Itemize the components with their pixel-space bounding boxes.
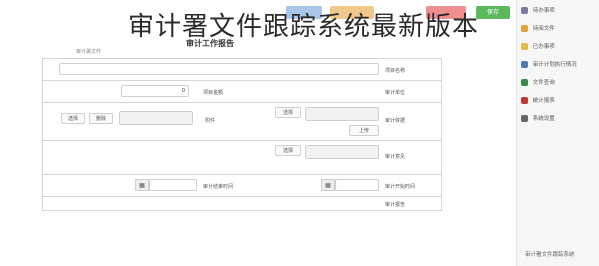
check-icon — [521, 6, 528, 14]
form-row-project: 项目名称 — [42, 59, 442, 81]
project-name-input[interactable] — [59, 63, 379, 75]
upload-button[interactable]: 上传 — [349, 125, 379, 136]
form-row-unit: 0 项目金额 审计单位 — [42, 81, 442, 103]
sidebar-footer: 审计署文件跟踪系统 — [525, 252, 575, 258]
chart-icon — [521, 96, 528, 104]
form-row-dates: ▦ 审计结束时间 ▦ 审计开始时间 — [42, 175, 442, 197]
basis-textarea[interactable] — [305, 107, 379, 121]
form-row-opinion: 选择 审计意见 — [42, 141, 442, 175]
opinion-label: 审计意见 — [385, 154, 406, 160]
save-button[interactable]: 保存 — [476, 6, 510, 19]
basis-label: 审计依据 — [385, 118, 406, 124]
sidebar-item-stats[interactable]: 统计报表 — [521, 96, 597, 108]
form-subtitle: 审计署文件 — [76, 49, 102, 55]
calendar-icon[interactable]: ▦ — [321, 179, 335, 191]
bell-icon — [521, 24, 528, 32]
amount-label: 项目金额 — [203, 90, 224, 96]
sidebar-item-settings[interactable]: 系统设置 — [521, 114, 597, 126]
sidebar-item-to-read[interactable]: 待阅文件 — [521, 24, 597, 36]
sidebar-item-search[interactable]: 文件查询 — [521, 78, 597, 90]
overlay-title: 审计署文件跟踪系统最新版本 — [128, 12, 480, 42]
report-label: 审计报告 — [385, 202, 406, 208]
audit-unit-label: 审计单位 — [385, 90, 406, 96]
sidebar-item-plan[interactable]: 审计计划执行情况 — [521, 60, 597, 72]
calendar-icon[interactable]: ▦ — [135, 179, 149, 191]
search-icon — [521, 78, 528, 86]
sidebar: 待办事项 待阅文件 已办事项 审计计划执行情况 文件查询 统计报表 系统设置 审… — [516, 0, 599, 266]
attachment-textarea[interactable] — [119, 111, 193, 125]
folder-icon — [521, 42, 528, 50]
start-date-label: 审计开始时间 — [385, 184, 416, 190]
sidebar-item-done[interactable]: 已办事项 — [521, 42, 597, 54]
form-grid: 项目名称 0 项目金额 审计单位 选择 删除 附件 选择 上传 审计依据 选择 … — [42, 58, 442, 211]
form-row-report: 审计报告 — [42, 197, 442, 211]
form-row-basis: 选择 删除 附件 选择 上传 审计依据 — [42, 103, 442, 141]
gear-icon — [521, 114, 528, 122]
select-button[interactable]: 选择 — [61, 113, 85, 124]
amount-input[interactable]: 0 — [121, 85, 189, 97]
start-date-input[interactable] — [335, 179, 379, 191]
opinion-textarea[interactable] — [305, 145, 379, 159]
attachment-label: 附件 — [205, 118, 216, 124]
delete-button[interactable]: 删除 — [89, 113, 113, 124]
calendar-icon — [521, 60, 528, 68]
opinion-select-button[interactable]: 选择 — [275, 145, 301, 156]
end-date-label: 审计结束时间 — [203, 184, 234, 190]
basis-select-button[interactable]: 选择 — [275, 107, 301, 118]
form-area: 审计工作报告 审计署文件 项目名称 0 项目金额 审计单位 选择 删除 附件 选… — [36, 34, 442, 234]
project-name-label: 项目名称 — [385, 68, 406, 74]
end-date-input[interactable] — [149, 179, 197, 191]
sidebar-item-todo[interactable]: 待办事项 — [521, 6, 597, 18]
